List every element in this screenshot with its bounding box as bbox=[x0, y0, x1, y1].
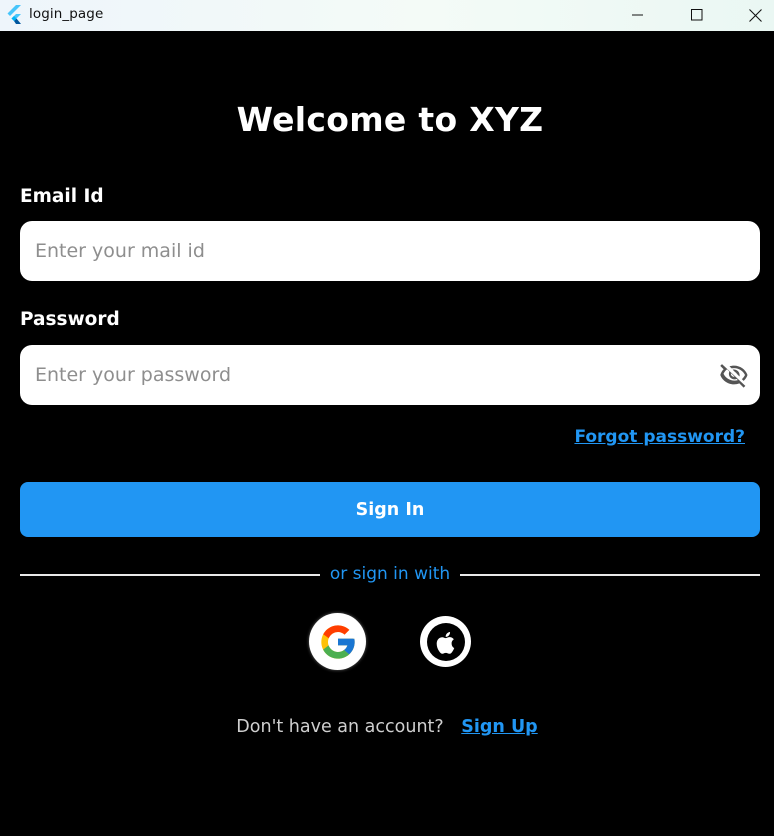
page-title: Welcome to XYZ bbox=[236, 100, 544, 139]
maximize-button[interactable] bbox=[674, 0, 720, 30]
app-window: login_page Welcome to XYZ Email Id Passw… bbox=[0, 0, 774, 836]
signup-prompt: Don't have an account? bbox=[236, 717, 444, 737]
minimize-icon bbox=[632, 14, 643, 16]
divider-line-left bbox=[20, 574, 320, 576]
flutter-logo-icon bbox=[6, 5, 24, 25]
divider-line-right bbox=[460, 574, 760, 576]
google-icon bbox=[320, 624, 355, 659]
minimize-button[interactable] bbox=[615, 0, 661, 30]
forgot-password-link[interactable]: Forgot password? bbox=[574, 427, 745, 447]
signup-row: Don't have an account? Sign Up bbox=[0, 717, 774, 737]
email-input[interactable] bbox=[20, 221, 760, 281]
password-input[interactable] bbox=[20, 345, 760, 405]
close-icon bbox=[748, 8, 762, 22]
apple-icon bbox=[426, 622, 465, 661]
password-visibility-toggle[interactable] bbox=[718, 359, 750, 391]
title-bar: login_page bbox=[0, 0, 774, 31]
window-title: login_page bbox=[29, 6, 104, 22]
email-label: Email Id bbox=[20, 186, 104, 207]
close-button[interactable] bbox=[732, 0, 774, 30]
eye-off-icon bbox=[720, 364, 748, 388]
google-sign-in-button[interactable] bbox=[309, 613, 366, 670]
maximize-icon bbox=[691, 9, 703, 21]
apple-sign-in-button[interactable] bbox=[420, 616, 471, 667]
divider-text: or sign in with bbox=[329, 564, 451, 584]
sign-up-link[interactable]: Sign Up bbox=[461, 717, 537, 737]
sign-in-button[interactable]: Sign In bbox=[20, 482, 760, 537]
password-label: Password bbox=[20, 309, 120, 330]
